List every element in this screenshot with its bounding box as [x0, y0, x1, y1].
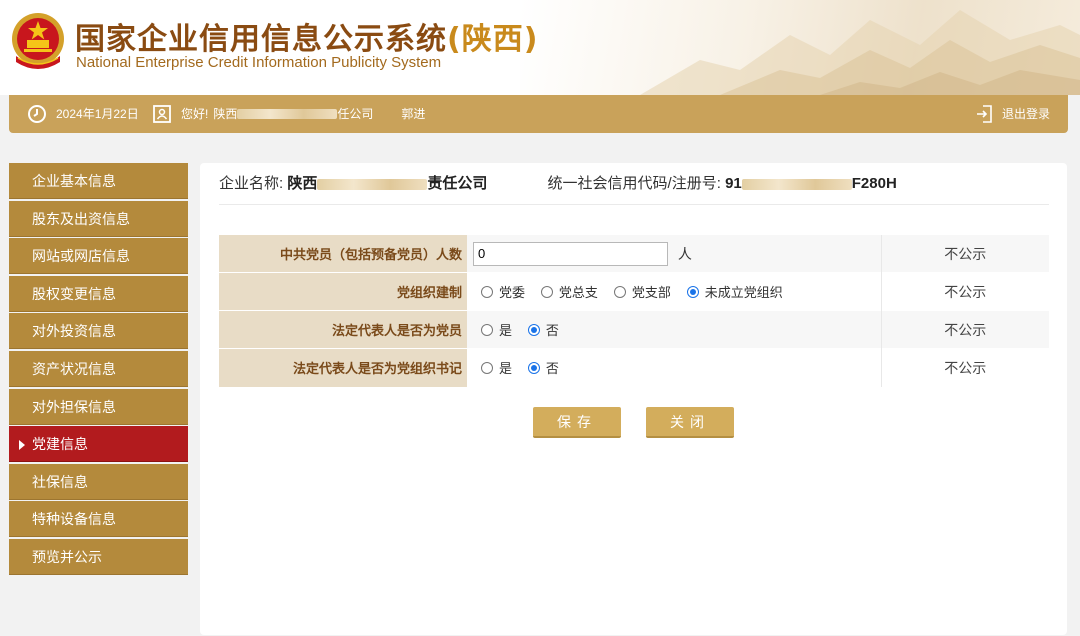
user-greeting: 您好! 陕西 任公司 郭进: [152, 95, 425, 133]
radio-circle: [481, 323, 493, 336]
date-display: 2024年1月22日: [27, 95, 139, 133]
credit-code-prefix: 91: [725, 175, 742, 192]
user-info-bar: 2024年1月22日 您好! 陕西 任公司 郭进 退出登录: [9, 95, 1068, 133]
radio-circle-selected: [527, 323, 540, 336]
credit-code-suffix: F280H: [851, 175, 897, 192]
sidebar-item-label: 对外投资信息: [32, 323, 116, 340]
radio-no-organization[interactable]: 未成立党组织: [686, 282, 783, 301]
radio-branch[interactable]: 党支部: [613, 282, 671, 301]
radio-circle: [613, 285, 626, 298]
sidebar-item-label: 对外担保信息: [32, 398, 116, 415]
unit-label: 人: [677, 245, 692, 262]
radio-no[interactable]: 否: [527, 320, 559, 339]
sidebar-item-party-building[interactable]: 党建信息: [9, 426, 188, 463]
radio-label: 否: [545, 323, 559, 338]
radio-label: 未成立党组织: [704, 285, 783, 300]
field-label: 党组织建制: [219, 272, 467, 311]
form-row-party-members: 中共党员（包括预备党员）人数 人 不公示: [219, 234, 1049, 273]
sidebar-item-preview-publish[interactable]: 预览并公示: [9, 538, 188, 575]
radio-no[interactable]: 否: [527, 358, 559, 377]
sidebar-item-social-security[interactable]: 社保信息: [9, 463, 188, 500]
radio-label: 党总支: [558, 285, 598, 300]
sidebar-item-website[interactable]: 网站或网店信息: [9, 238, 188, 275]
field-value: 人: [467, 234, 881, 273]
radio-label: 党支部: [631, 285, 671, 300]
sidebar-item-shareholders[interactable]: 股东及出资信息: [9, 200, 188, 237]
redacted-company-name: [237, 109, 338, 119]
sidebar-item-guarantee[interactable]: 对外担保信息: [9, 388, 188, 425]
save-button[interactable]: 保存: [533, 407, 621, 438]
radio-label: 是: [499, 361, 513, 377]
sidebar-item-basic-info[interactable]: 企业基本信息: [9, 163, 188, 199]
publicity-status[interactable]: 不公示: [880, 234, 1049, 273]
sidebar-item-label: 党建信息: [32, 436, 88, 453]
radio-circle-selected: [686, 285, 699, 298]
form-row-rep-is-member: 法定代表人是否为党员 是 否 不公示: [219, 310, 1049, 349]
profile-card-icon: [153, 105, 171, 123]
form-row-rep-is-secretary: 法定代表人是否为党组织书记 是 否 不公示: [219, 348, 1049, 387]
sidebar-item-label: 企业基本信息: [32, 173, 116, 189]
sidebar-item-special-equipment[interactable]: 特种设备信息: [9, 501, 188, 538]
logout-link[interactable]: 退出登录: [974, 95, 1050, 133]
party-building-form: 中共党员（包括预备党员）人数 人 不公示 党组织建制 党委 党总支 党支部 未成…: [219, 234, 1049, 387]
clock-icon: [28, 105, 46, 123]
company-name-prefix: 陕西: [213, 107, 238, 121]
radio-party-committee[interactable]: 党委: [481, 282, 525, 301]
form-row-party-organization: 党组织建制 党委 党总支 党支部 未成立党组织 不公示: [219, 272, 1049, 311]
redacted-credit-code: [741, 178, 852, 190]
field-value: 党委 党总支 党支部 未成立党组织: [467, 272, 881, 311]
date-text: 2024年1月22日: [56, 107, 139, 121]
sidebar-item-label: 特种设备信息: [32, 511, 116, 528]
active-arrow-icon: [19, 440, 25, 451]
radio-circle-selected: [527, 361, 540, 374]
radio-general-branch[interactable]: 党总支: [540, 282, 598, 301]
header-landscape: [520, 0, 1080, 95]
logout-icon: [976, 105, 992, 123]
field-value: 是 否: [467, 310, 881, 349]
radio-label: 党委: [499, 285, 526, 300]
party-member-count-input[interactable]: [473, 241, 668, 266]
redacted-company-name: [317, 178, 428, 190]
company-info-header: 企业名称: 陕西 责任公司 统一社会信用代码/注册号: 91 F280H: [219, 163, 1049, 205]
field-value: 是 否: [467, 348, 881, 387]
site-title: 国家企业信用信息公示系统(陕西): [75, 22, 539, 57]
site-header: 国家企业信用信息公示系统(陕西) National Enterprise Cre…: [0, 0, 1080, 95]
publicity-status[interactable]: 不公示: [880, 272, 1049, 311]
publicity-status[interactable]: 不公示: [880, 348, 1049, 387]
sidebar-item-label: 社保信息: [32, 473, 88, 490]
sidebar-item-label: 预览并公示: [32, 548, 102, 565]
field-label: 法定代表人是否为党员: [219, 310, 467, 349]
radio-circle: [481, 285, 493, 298]
company-name-suffix: 任公司: [337, 107, 374, 121]
radio-label: 是: [499, 323, 513, 338]
national-emblem-icon: [10, 12, 66, 70]
main-panel: 企业名称: 陕西 责任公司 统一社会信用代码/注册号: 91 F280H 中共党员（…: [200, 163, 1067, 635]
company-name-prefix: 陕西: [287, 175, 318, 192]
field-label: 中共党员（包括预备党员）人数: [219, 234, 467, 273]
radio-label: 否: [545, 361, 559, 377]
company-name-suffix: 责任公司: [427, 175, 488, 192]
radio-yes[interactable]: 是: [481, 358, 512, 377]
sidebar-item-label: 股权变更信息: [32, 285, 116, 302]
site-title-english: National Enterprise Credit Information P…: [76, 54, 442, 71]
sidebar-nav: 企业基本信息 股东及出资信息 网站或网店信息 股权变更信息 对外投资信息 资产状…: [9, 163, 188, 577]
sidebar-item-investment[interactable]: 对外投资信息: [9, 313, 188, 350]
sidebar-item-label: 股东及出资信息: [32, 210, 130, 227]
sidebar-item-label: 资产状况信息: [32, 360, 116, 377]
user-name: 郭进: [401, 107, 426, 121]
radio-circle: [540, 285, 553, 298]
radio-circle: [481, 361, 493, 374]
logout-label: 退出登录: [1001, 107, 1050, 121]
sidebar-item-label: 网站或网店信息: [32, 248, 130, 265]
field-label: 法定代表人是否为党组织书记: [219, 348, 467, 387]
publicity-status[interactable]: 不公示: [880, 310, 1049, 349]
company-name-label: 企业名称:: [219, 175, 284, 192]
sidebar-item-assets[interactable]: 资产状况信息: [9, 350, 188, 387]
greeting-text: 您好!: [181, 107, 209, 121]
radio-yes[interactable]: 是: [481, 320, 512, 339]
credit-code-label: 统一社会信用代码/注册号:: [547, 175, 721, 192]
close-button[interactable]: 关闭: [646, 407, 734, 438]
sidebar-item-equity-change[interactable]: 股权变更信息: [9, 275, 188, 312]
